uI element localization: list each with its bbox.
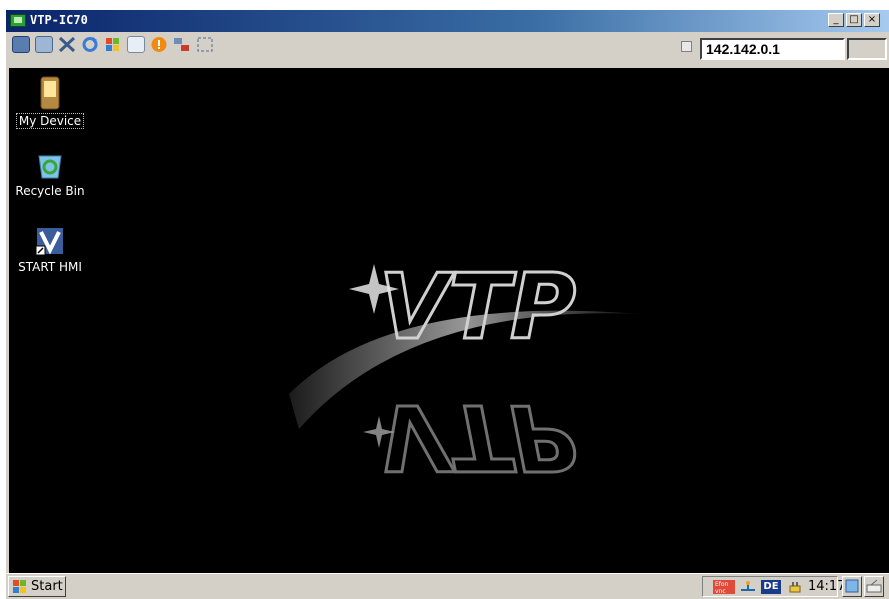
keyboard-icon (866, 579, 882, 593)
pda-device-icon (40, 76, 60, 110)
vnc-icon[interactable]: Efon vnc (713, 580, 735, 594)
maximize-button[interactable]: □ (846, 13, 862, 27)
minimize-button[interactable]: _ (828, 13, 844, 27)
connect-box[interactable] (847, 38, 887, 60)
desktop-icon-label: My Device (15, 113, 85, 129)
language-indicator[interactable]: DE (761, 580, 781, 594)
show-desktop-button[interactable] (842, 576, 862, 597)
start-label: Start (31, 579, 63, 594)
input-panel-button[interactable] (864, 576, 884, 597)
svg-text:Efon: Efon (715, 581, 729, 588)
tools-icon[interactable] (58, 36, 76, 53)
ip-checkbox[interactable] (681, 41, 692, 52)
desktop-icon-my-device[interactable]: My Device (12, 76, 88, 129)
power-icon[interactable] (787, 580, 803, 594)
vnc-app-icon (10, 14, 26, 27)
refresh-icon[interactable] (81, 36, 99, 53)
system-tray: Efon vnc DE 14:17 (702, 576, 845, 597)
keyboard-icon[interactable] (127, 36, 145, 53)
remote-desktop[interactable]: My Device Recycle Bin START HMI VTP VTP (9, 68, 889, 573)
alert-icon[interactable] (150, 36, 168, 53)
vtp-logo: VTP VTP (289, 254, 639, 491)
ip-address-field[interactable]: 142.142.0.1 (700, 38, 845, 60)
svg-text:VTP: VTP (379, 255, 576, 360)
close-button[interactable]: × (864, 13, 880, 27)
taskbar: Start Efon vnc DE 14:17 (6, 573, 889, 599)
clock: 14:17 (808, 579, 846, 594)
windows-logo-icon[interactable] (104, 36, 122, 53)
window-title: VTP-IC70 (30, 13, 88, 27)
start-button[interactable]: Start (8, 576, 66, 597)
desktop-icon-label: START HMI (18, 260, 82, 274)
desktop-icon-label: Recycle Bin (15, 184, 85, 198)
usb-icon[interactable] (739, 580, 757, 594)
fullscreen-icon[interactable] (196, 36, 214, 53)
file-transfer-icon[interactable] (35, 36, 53, 53)
windows-flag-icon (13, 580, 26, 593)
recycle-bin-icon (38, 155, 62, 179)
desktop-icon (845, 579, 859, 593)
monitor-icon[interactable] (12, 36, 30, 53)
desktop-icon-start-hmi[interactable]: START HMI (12, 226, 88, 274)
title-bar[interactable]: VTP-IC70 _ □ × (6, 10, 889, 32)
desktop-icon-recycle-bin[interactable]: Recycle Bin (12, 150, 88, 198)
remote-window: VTP-IC70 _ □ × 142.142.0.1 My Device Rec… (6, 10, 889, 599)
svg-text:vnc: vnc (715, 588, 726, 594)
vtp-shortcut-icon (35, 228, 63, 256)
network-icon[interactable] (173, 36, 191, 53)
svg-text:VTP: VTP (379, 384, 576, 489)
